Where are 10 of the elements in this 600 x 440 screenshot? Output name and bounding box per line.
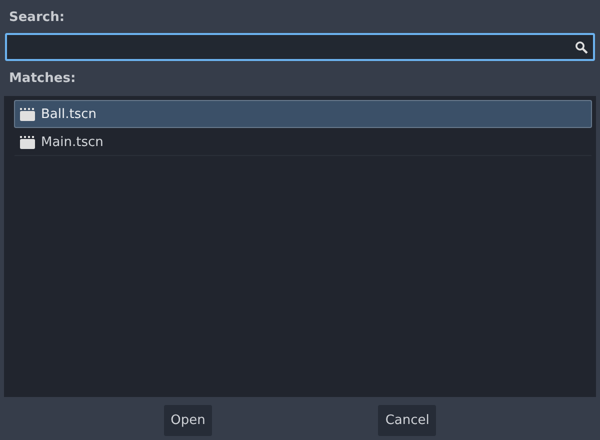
clapperboard-icon bbox=[20, 108, 35, 120]
dialog-button[interactable]: Cancel bbox=[378, 405, 436, 436]
dialog-button[interactable]: Open bbox=[164, 405, 212, 436]
clapperboard-icon bbox=[20, 136, 35, 148]
search-icon bbox=[575, 40, 588, 54]
matches-label: Matches: bbox=[9, 70, 76, 88]
search-label: Search: bbox=[9, 9, 65, 27]
file-item[interactable]: Main.tscn bbox=[14, 128, 592, 156]
search-field[interactable] bbox=[5, 33, 595, 61]
file-item[interactable]: Ball.tscn bbox=[14, 100, 592, 128]
